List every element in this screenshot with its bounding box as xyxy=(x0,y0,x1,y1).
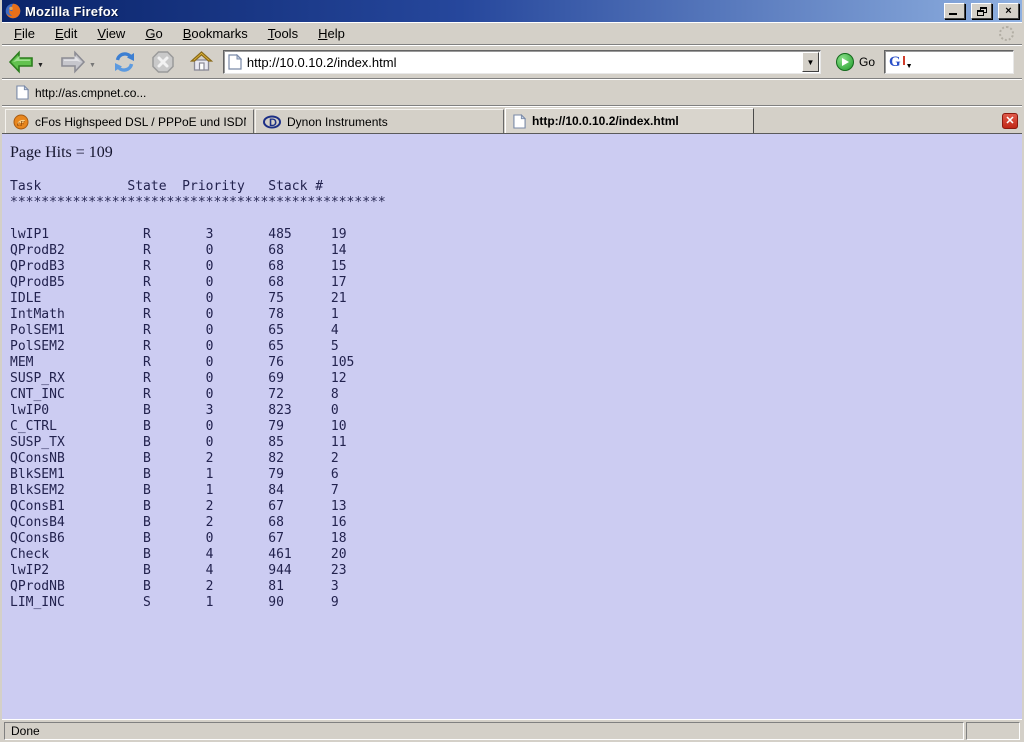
status-text-panel: Done xyxy=(4,722,964,740)
tab-label: http://10.0.10.2/index.html xyxy=(532,114,679,128)
page-hits-text: Page Hits = 109 xyxy=(10,144,1022,162)
menu-item-view[interactable]: View xyxy=(87,23,135,44)
page-icon xyxy=(16,85,29,100)
navigation-toolbar: ▼ ▼ xyxy=(2,45,1022,79)
close-button[interactable]: × xyxy=(998,3,1019,19)
back-icon xyxy=(8,50,34,74)
google-accent-icon xyxy=(903,56,905,65)
stop-icon xyxy=(151,50,175,74)
tab-2[interactable]: D Dynon Instruments xyxy=(255,109,504,133)
dynon-icon: D xyxy=(263,115,281,129)
search-input[interactable]: G ▼ xyxy=(884,50,1014,74)
tab-1[interactable]: cF cFos Highspeed DSL / PPPoE und ISDN CA… xyxy=(5,109,254,133)
minimize-icon xyxy=(949,13,957,15)
bookmark-label: http://as.cmpnet.co... xyxy=(35,86,146,100)
menu-item-go[interactable]: Go xyxy=(135,23,172,44)
home-icon xyxy=(189,50,214,74)
bookmark-item[interactable]: http://as.cmpnet.co... xyxy=(12,83,150,102)
menu-item-help[interactable]: Help xyxy=(308,23,355,44)
tab-label: Dynon Instruments xyxy=(287,115,388,129)
cfos-icon: cF xyxy=(13,114,29,130)
stop-button[interactable] xyxy=(151,50,175,74)
status-text: Done xyxy=(11,724,40,738)
restore-button[interactable] xyxy=(971,3,992,19)
tab-bar: cF cFos Highspeed DSL / PPPoE und ISDN CA… xyxy=(2,106,1022,134)
restore-icon xyxy=(977,7,987,16)
menu-item-file[interactable]: File xyxy=(4,23,45,44)
close-tab-icon: ✕ xyxy=(1005,116,1014,127)
go-icon xyxy=(842,58,849,66)
page-icon xyxy=(228,54,242,70)
close-icon: × xyxy=(1005,5,1011,17)
minimize-button[interactable] xyxy=(944,3,965,19)
throbber-icon xyxy=(999,26,1014,41)
search-engine-dropdown[interactable]: ▼ xyxy=(906,63,913,70)
url-dropdown-button[interactable]: ▼ xyxy=(802,52,819,72)
menu-item-bookmarks[interactable]: Bookmarks xyxy=(173,23,258,44)
reload-button[interactable] xyxy=(112,50,137,74)
forward-button[interactable] xyxy=(60,50,86,74)
forward-icon xyxy=(60,50,86,74)
title-bar: Mozilla Firefox × xyxy=(2,0,1022,22)
svg-text:cF: cF xyxy=(17,120,25,128)
reload-icon xyxy=(112,50,137,74)
page-content: Page Hits = 109 Task State Priority Stac… xyxy=(2,134,1022,719)
back-button[interactable] xyxy=(8,50,34,74)
task-table: Task State Priority Stack # ************… xyxy=(10,179,1022,611)
url-input[interactable]: http://10.0.10.2/index.html xyxy=(242,55,801,70)
go-label: Go xyxy=(859,55,875,69)
menu-item-edit[interactable]: Edit xyxy=(45,23,87,44)
menu-item-tools[interactable]: Tools xyxy=(258,23,308,44)
svg-text:D: D xyxy=(269,117,277,129)
go-button[interactable] xyxy=(836,53,854,71)
page-icon xyxy=(513,114,526,129)
close-tab-button[interactable]: ✕ xyxy=(1002,113,1018,129)
bookmarks-toolbar: http://as.cmpnet.co... xyxy=(2,79,1022,106)
browser-window: Mozilla Firefox × FileEditViewGoBookmark… xyxy=(0,0,1024,742)
google-g-icon: G xyxy=(889,55,901,70)
menu-bar: FileEditViewGoBookmarksToolsHelp xyxy=(2,22,1022,45)
home-button[interactable] xyxy=(189,50,214,74)
tab-label: cFos Highspeed DSL / PPPoE und ISDN CAP.… xyxy=(35,115,246,129)
firefox-icon xyxy=(5,3,21,19)
tab-3[interactable]: http://10.0.10.2/index.html xyxy=(505,108,754,133)
back-dropdown[interactable]: ▼ xyxy=(37,62,44,69)
url-bar[interactable]: http://10.0.10.2/index.html ▼ xyxy=(223,50,821,74)
window-title: Mozilla Firefox xyxy=(25,4,938,19)
status-bar: Done xyxy=(2,719,1022,742)
status-right-panel xyxy=(966,722,1020,740)
forward-dropdown[interactable]: ▼ xyxy=(89,62,96,69)
